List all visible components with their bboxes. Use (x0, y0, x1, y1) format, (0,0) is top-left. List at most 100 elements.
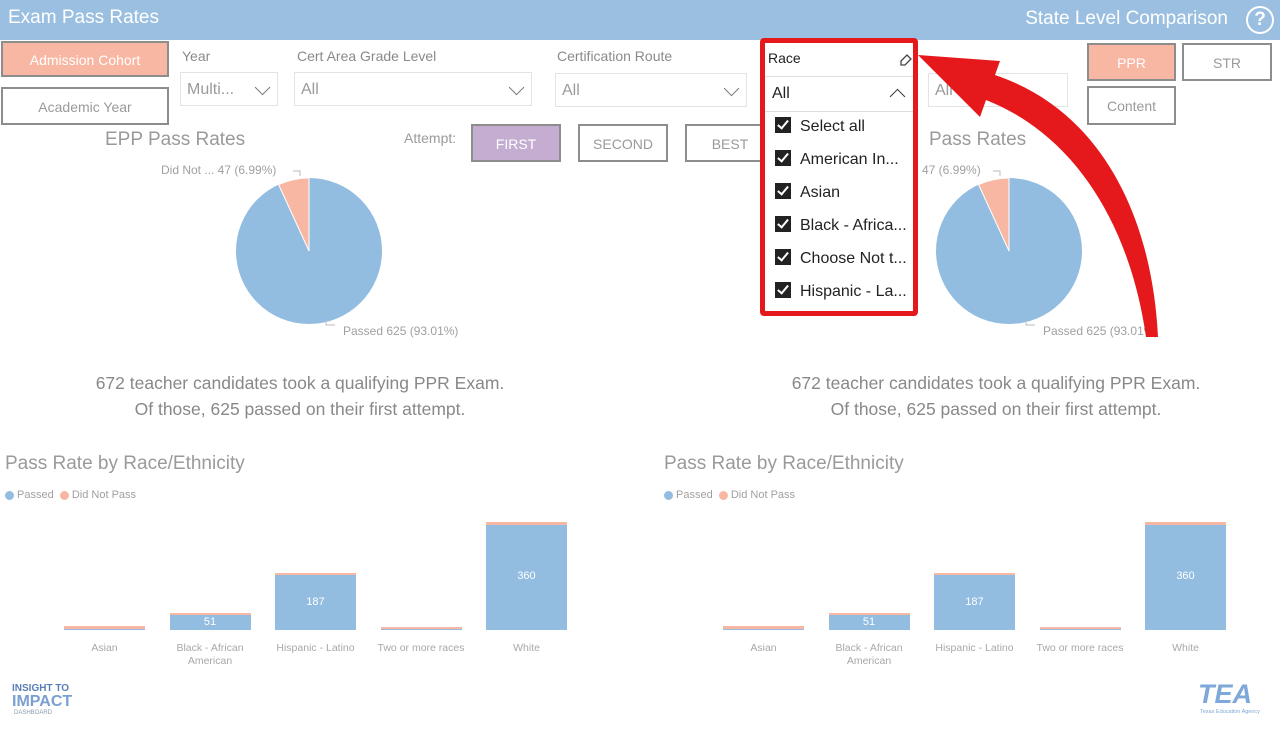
legend-not-passed-swatch (59, 490, 69, 500)
bar-category-label: Two or more races (1036, 642, 1124, 654)
admission-cohort-button[interactable]: Admission Cohort (1, 41, 169, 77)
checkbox-checked-icon[interactable] (775, 282, 791, 298)
year-filter-select[interactable]: Multi... (180, 72, 278, 106)
checkbox-checked-icon[interactable] (775, 249, 791, 265)
tea-logo: TEA Texas Education Agency (1196, 676, 1272, 721)
legend-not-passed-label: Did Not Pass (730, 489, 796, 501)
chevron-down-icon (254, 79, 271, 96)
bar-category-label: Two or more races (377, 642, 465, 654)
race-option-label: Select all (800, 118, 865, 135)
bar-passed[interactable] (64, 628, 145, 630)
bar-category-label: Asian (750, 642, 777, 654)
left-caption: 672 teacher candidates took a qualifying… (20, 370, 580, 422)
race-option-label: Black - Africa... (800, 217, 907, 234)
cert-area-filter-value: All (301, 81, 319, 98)
bar-category-label: Asian (91, 642, 118, 654)
legend-passed-label: Passed (17, 489, 54, 501)
attempt-label: Attempt: (404, 130, 457, 146)
left-caption-line1: 672 teacher candidates took a qualifying… (95, 373, 505, 393)
svg-text:IMPACT: IMPACT (12, 693, 72, 710)
year-filter-value: Multi... (187, 81, 235, 98)
legend-passed-label: Passed (676, 489, 713, 501)
left-bar-title: Pass Rate by Race/Ethnicity (5, 453, 245, 474)
bar-value-label: 187 (306, 595, 325, 608)
race-filter-value: All (772, 85, 790, 102)
bar-not-passed[interactable] (1145, 522, 1226, 525)
svg-text:DASHBOARD: DASHBOARD (14, 710, 53, 716)
legend-not-passed-swatch (718, 490, 728, 500)
bar-category-label: White (1172, 642, 1199, 654)
race-option[interactable]: Asian (775, 183, 840, 202)
race-option[interactable]: Choose Not t... (775, 249, 907, 268)
first-attempt-button[interactable]: FIRST (471, 124, 561, 162)
bar-value-label: 51 (862, 615, 876, 628)
bar-passed[interactable] (380, 629, 462, 630)
bar-not-passed[interactable] (723, 626, 804, 629)
left-legend: Passed Did Not Pass (5, 489, 136, 501)
bar-category-label: Hispanic - Latino (276, 642, 355, 654)
race-option[interactable]: Black - Africa... (775, 216, 907, 235)
race-option-label: American In... (800, 151, 899, 168)
insight-to-impact-logo: INSIGHT TO IMPACT DASHBOARD (10, 681, 90, 722)
pie-leader-line (293, 170, 301, 176)
chevron-down-icon (723, 80, 740, 97)
checkbox-checked-icon[interactable] (775, 216, 791, 232)
bar-category-label: Hispanic - Latino (935, 642, 1014, 654)
race-option[interactable]: Select all (775, 117, 865, 136)
left-pie-title: EPP Pass Rates (105, 129, 246, 150)
race-option-label: Hispanic - La... (800, 283, 907, 300)
cert-route-filter-value: All (562, 82, 580, 99)
bar-not-passed[interactable] (275, 572, 356, 576)
checkbox-checked-icon[interactable] (775, 183, 791, 199)
checkbox-checked-icon[interactable] (775, 117, 791, 133)
page-title: Exam Pass Rates (8, 7, 159, 28)
bar-not-passed[interactable] (1039, 626, 1121, 630)
left-bar-chart: Asian 51 Black - African American 187 Hispan… (45, 505, 590, 675)
checkbox-checked-icon[interactable] (775, 150, 791, 166)
cert-route-filter-label: Certification Route (557, 48, 673, 64)
bar-value-label: 51 (203, 615, 217, 628)
bar-passed[interactable] (1039, 629, 1121, 630)
legend-passed-swatch (5, 490, 14, 500)
annotation-arrow (918, 55, 1158, 337)
race-option-label: Choose Not t... (800, 250, 907, 267)
bar-not-passed[interactable] (934, 572, 1015, 576)
str-button[interactable]: STR (1182, 43, 1272, 81)
right-bar-chart: Asian 51 Black - African American 187 Hispan… (704, 505, 1249, 675)
chevron-down-icon (508, 79, 525, 96)
left-passed-label: Passed 625 (93.01%) (343, 324, 459, 338)
right-legend: Passed Did Not Pass (664, 489, 795, 501)
right-bar-title: Pass Rate by Race/Ethnicity (664, 453, 904, 474)
bar-category-label: Black - African American (176, 642, 244, 667)
race-filter-label: Race (768, 50, 801, 66)
right-caption-line2: Of those, 625 passed on their first atte… (830, 399, 1162, 419)
cert-area-filter-select[interactable]: All (294, 72, 532, 106)
svg-text:TEA: TEA (1198, 679, 1252, 709)
bar-value-label: 360 (1176, 570, 1195, 583)
bar-not-passed[interactable] (486, 522, 567, 525)
race-filter-select[interactable]: All (765, 76, 913, 112)
bar-not-passed[interactable] (64, 626, 145, 629)
right-caption: 672 teacher candidates took a qualifying… (716, 370, 1276, 422)
bar-passed[interactable] (723, 628, 804, 630)
bar-value-label: 360 (517, 570, 536, 583)
bar-not-passed[interactable] (380, 626, 462, 630)
bar-category-label: Black - African American (835, 642, 903, 667)
right-caption-line1: 672 teacher candidates took a qualifying… (791, 373, 1201, 393)
race-filter-dropdown[interactable]: Race All Select all American In... Asian Bl… (760, 38, 918, 316)
bar-category-label: White (513, 642, 540, 654)
legend-passed-swatch (664, 490, 673, 500)
svg-text:Texas Education Agency: Texas Education Agency (1200, 709, 1260, 715)
cert-route-filter-select[interactable]: All (555, 73, 747, 107)
help-icon[interactable]: ? (1246, 6, 1274, 34)
academic-year-button[interactable]: Academic Year (1, 87, 169, 125)
second-attempt-button[interactable]: SECOND (578, 124, 668, 162)
race-option[interactable]: American In... (775, 150, 899, 169)
left-not-passed-label: Did Not ... 47 (6.99%) (161, 163, 277, 177)
race-option-label: Asian (800, 184, 841, 201)
year-filter-label: Year (182, 48, 211, 64)
bar-value-label: 187 (965, 595, 984, 608)
left-pie-chart (236, 170, 382, 326)
race-option[interactable]: Hispanic - La... (775, 282, 907, 301)
legend-not-passed-label: Did Not Pass (71, 489, 137, 501)
